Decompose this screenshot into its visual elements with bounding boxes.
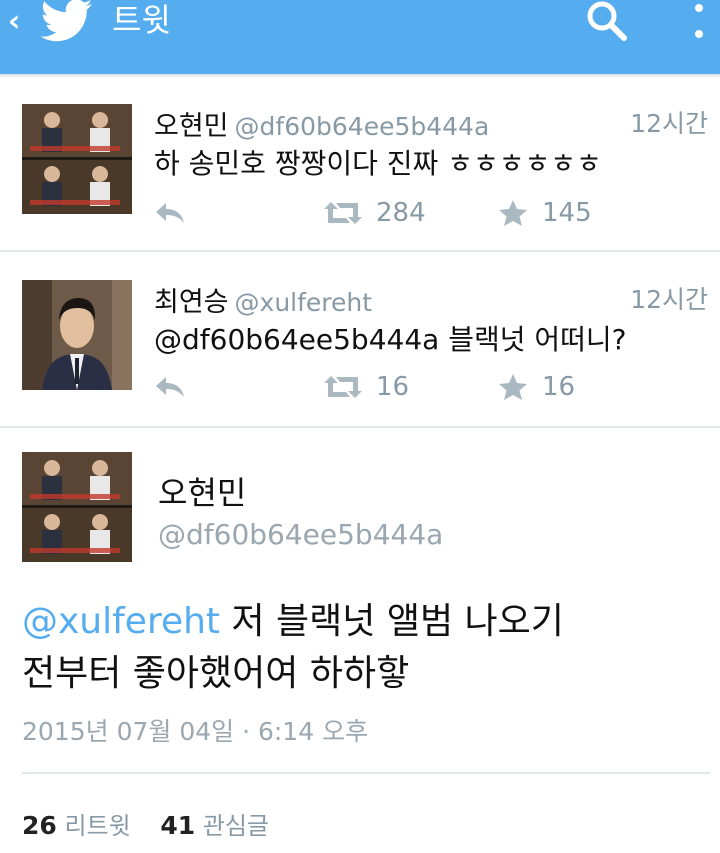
star-icon (499, 374, 527, 400)
retweet-count: 16 (376, 372, 410, 402)
tweet-row[interactable]: 최연승 @xulfereht 12시간 @df60b64ee5b444a 블랙넛 … (0, 252, 720, 428)
tweet-time: 12시간 (630, 109, 708, 138)
detail-text-line1: 저 블랙넛 앨범 나오기 (220, 601, 564, 642)
top-app-bar: ‹ 트윗 (0, 0, 720, 74)
favorite-total[interactable]: 41 (160, 811, 195, 840)
retweet-icon (324, 202, 362, 224)
more-vertical-icon[interactable] (686, 0, 712, 44)
tweet-actions: 284 145 (154, 196, 714, 230)
favorite-button[interactable]: 145 (498, 196, 592, 230)
tweet-text: 하 송민호 짱짱이다 진짜 ㅎㅎㅎㅎㅎㅎ (154, 147, 602, 180)
reply-icon (156, 377, 184, 397)
reply-icon (156, 203, 184, 223)
author-name: 최연승 (154, 287, 229, 318)
divider (22, 772, 710, 774)
tweet-text: @df60b64ee5b444a 블랙넛 어떠니? (154, 323, 627, 356)
back-icon[interactable]: ‹ (8, 4, 20, 39)
page-title: 트윗 (112, 1, 171, 39)
detail-avatar[interactable] (22, 452, 132, 562)
detail-tweet-text: @xulfereht 저 블랙넛 앨범 나오기 전부터 좋아했어여 하하핳 (22, 596, 702, 700)
detail-timestamp: 2015년 07월 04일 · 6:14 오후 (22, 717, 369, 746)
detail-text-line2: 전부터 좋아했어여 하하핳 (22, 653, 410, 694)
reply-button[interactable] (154, 370, 186, 404)
author-handle: @df60b64ee5b444a (234, 112, 490, 141)
retweet-total-label[interactable]: 리트윗 (64, 812, 130, 840)
author-name: 오현민 (154, 111, 229, 142)
avatar[interactable] (22, 280, 132, 390)
retweet-count: 284 (376, 198, 426, 228)
retweet-button[interactable]: 16 (324, 370, 409, 404)
retweet-icon (324, 376, 362, 398)
favorite-count: 16 (542, 372, 576, 402)
favorite-total-label[interactable]: 관심글 (203, 812, 269, 840)
retweet-total[interactable]: 26 (22, 811, 57, 840)
star-icon (499, 200, 527, 226)
reply-button[interactable] (154, 196, 186, 230)
favorite-count: 145 (542, 198, 592, 228)
tweet-actions: 16 16 (154, 370, 714, 404)
twitter-bird-icon[interactable] (40, 0, 96, 42)
tweet-time: 12시간 (630, 285, 708, 314)
search-icon[interactable] (584, 0, 632, 42)
detail-author-handle[interactable]: @df60b64ee5b444a (158, 518, 443, 551)
detail-author-name[interactable]: 오현민 (158, 468, 246, 514)
avatar[interactable] (22, 104, 132, 214)
author-handle: @xulfereht (234, 288, 373, 317)
tweet-author[interactable]: 오현민 @df60b64ee5b444a (154, 104, 489, 143)
tweet-row[interactable]: 오현민 @df60b64ee5b444a 12시간 하 송민호 짱짱이다 진짜 ㅎ… (0, 78, 720, 252)
tweet-author[interactable]: 최연승 @xulfereht (154, 280, 372, 319)
favorite-button[interactable]: 16 (498, 370, 575, 404)
retweet-button[interactable]: 284 (324, 196, 426, 230)
mention-link[interactable]: @xulfereht (22, 601, 220, 642)
tweet-stats: 26 리트윗 41 관심글 (22, 806, 269, 841)
